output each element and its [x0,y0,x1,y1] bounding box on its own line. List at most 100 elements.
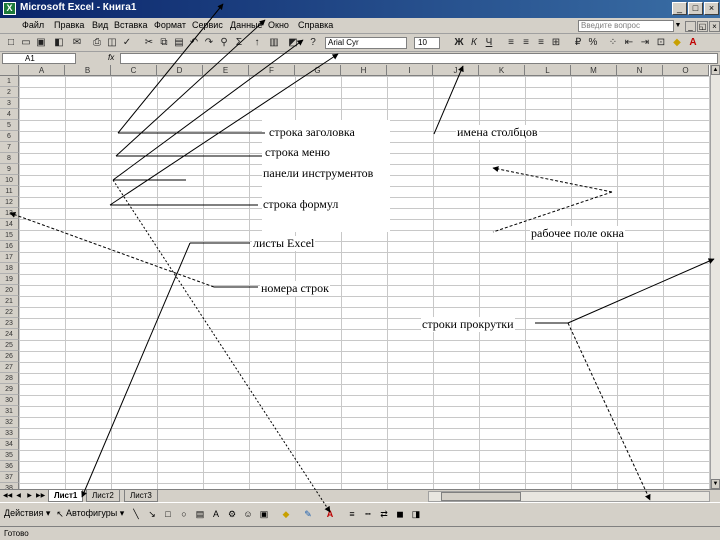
maximize-button[interactable]: □ [688,2,703,15]
row-header-26[interactable]: 26 [0,351,19,362]
row-header-30[interactable]: 30 [0,395,19,406]
currency-icon[interactable]: ₽ [571,36,585,50]
row-header-5[interactable]: 5 [0,120,19,131]
name-box[interactable]: A1 [2,53,76,64]
column-header-b[interactable]: B [65,65,111,76]
column-header-l[interactable]: L [525,65,571,76]
column-header-i[interactable]: I [387,65,433,76]
minimize-button[interactable]: _ [672,2,687,15]
align-right-icon[interactable]: ≡ [534,36,548,50]
column-header-k[interactable]: K [479,65,525,76]
chevron-down-icon[interactable]: ▼ [674,20,682,32]
merge-center-icon[interactable]: ⊞ [549,36,563,50]
row-header-10[interactable]: 10 [0,175,19,186]
clipart-icon[interactable]: ☺ [242,508,254,520]
print-icon[interactable]: ⎙ [90,36,104,50]
underline-icon[interactable]: Ч [482,36,496,50]
sheet-tab-2[interactable]: Лист2 [86,490,120,502]
menu-tools[interactable]: Сервис [192,20,223,30]
sort-asc-icon[interactable]: ↑ [250,36,264,50]
row-header-19[interactable]: 19 [0,274,19,285]
formula-input[interactable] [120,53,718,64]
row-header-34[interactable]: 34 [0,439,19,450]
row-header-7[interactable]: 7 [0,142,19,153]
3d-icon[interactable]: ◨ [410,508,422,520]
column-header-n[interactable]: N [617,65,663,76]
fx-icon[interactable]: fx [108,53,114,62]
row-header-6[interactable]: 6 [0,131,19,142]
select-objects-icon[interactable]: ↖ [54,508,66,520]
row-header-3[interactable]: 3 [0,98,19,109]
line-icon[interactable]: ╲ [130,508,142,520]
select-all-corner[interactable] [0,65,19,76]
row-header-33[interactable]: 33 [0,428,19,439]
column-header-g[interactable]: G [295,65,341,76]
doc-restore-button[interactable]: ◱ [697,21,708,32]
align-left-icon[interactable]: ≡ [504,36,518,50]
percent-icon[interactable]: % [586,36,600,50]
row-header-15[interactable]: 15 [0,230,19,241]
excel-app-icon[interactable]: X [3,2,16,15]
redo-icon[interactable]: ↷ [202,36,216,50]
row-header-37[interactable]: 37 [0,472,19,483]
row-header-35[interactable]: 35 [0,450,19,461]
menu-window[interactable]: Окно [268,20,289,30]
column-header-o[interactable]: O [663,65,709,76]
email-icon[interactable]: ✉ [70,36,84,50]
font-color-icon[interactable]: A [686,36,700,50]
italic-icon[interactable]: К [467,36,481,50]
new-icon[interactable]: □ [4,36,18,50]
menu-data[interactable]: Данные [230,20,263,30]
row-header-13[interactable]: 13 [0,208,19,219]
autosum-icon[interactable]: Σ [232,36,246,50]
doc-minimize-button[interactable]: _ [685,21,696,32]
menu-format[interactable]: Формат [154,20,186,30]
help-icon[interactable]: ? [306,36,320,50]
permission-icon[interactable]: ◧ [52,36,66,50]
sheet-tab-1[interactable]: Лист1 [48,490,84,502]
scroll-up-icon[interactable]: ▲ [711,65,720,75]
row-header-8[interactable]: 8 [0,153,19,164]
arrow-style-icon[interactable]: ⇄ [378,508,390,520]
row-header-17[interactable]: 17 [0,252,19,263]
row-header-9[interactable]: 9 [0,164,19,175]
doc-close-button[interactable]: × [709,21,720,32]
row-header-1[interactable]: 1 [0,76,19,87]
sheet-tab-3[interactable]: Лист3 [124,490,158,502]
diagram-icon[interactable]: ⚙ [226,508,238,520]
column-header-d[interactable]: D [157,65,203,76]
fill-color-icon[interactable]: ◆ [670,36,684,50]
line-style-icon[interactable]: ≡ [346,508,358,520]
column-header-c[interactable]: C [111,65,157,76]
menu-help[interactable]: Справка [298,20,333,30]
last-sheet-icon[interactable]: ▶▶ [36,492,45,501]
chart-wizard-icon[interactable]: ▥ [267,36,281,50]
picture-icon[interactable]: ▣ [258,508,270,520]
row-header-2[interactable]: 2 [0,87,19,98]
increase-decimal-icon[interactable]: ⇤ [622,36,636,50]
column-header-m[interactable]: M [571,65,617,76]
decrease-indent-icon[interactable]: ⇥ [638,36,652,50]
menu-view[interactable]: Вид [92,20,108,30]
column-header-h[interactable]: H [341,65,387,76]
hyperlink-icon[interactable]: ⚲ [217,36,231,50]
rectangle-icon[interactable]: □ [162,508,174,520]
font-name-select[interactable]: Arial Cyr [325,37,407,49]
row-header-28[interactable]: 28 [0,373,19,384]
row-header-24[interactable]: 24 [0,329,19,340]
help-search-input[interactable]: Введите вопрос [578,20,674,32]
row-header-16[interactable]: 16 [0,241,19,252]
wordart-icon[interactable]: A [210,508,222,520]
vertical-scrollbar[interactable]: ▲ ▼ [710,65,720,489]
row-header-14[interactable]: 14 [0,219,19,230]
thousands-icon[interactable]: ⁘ [606,36,620,50]
row-header-32[interactable]: 32 [0,417,19,428]
scroll-down-icon[interactable]: ▼ [711,479,720,489]
spelling-icon[interactable]: ✓ [120,36,134,50]
row-header-18[interactable]: 18 [0,263,19,274]
row-header-4[interactable]: 4 [0,109,19,120]
row-header-12[interactable]: 12 [0,197,19,208]
next-sheet-icon[interactable]: ▶ [25,492,34,501]
undo-icon[interactable]: ↶ [187,36,201,50]
row-header-27[interactable]: 27 [0,362,19,373]
